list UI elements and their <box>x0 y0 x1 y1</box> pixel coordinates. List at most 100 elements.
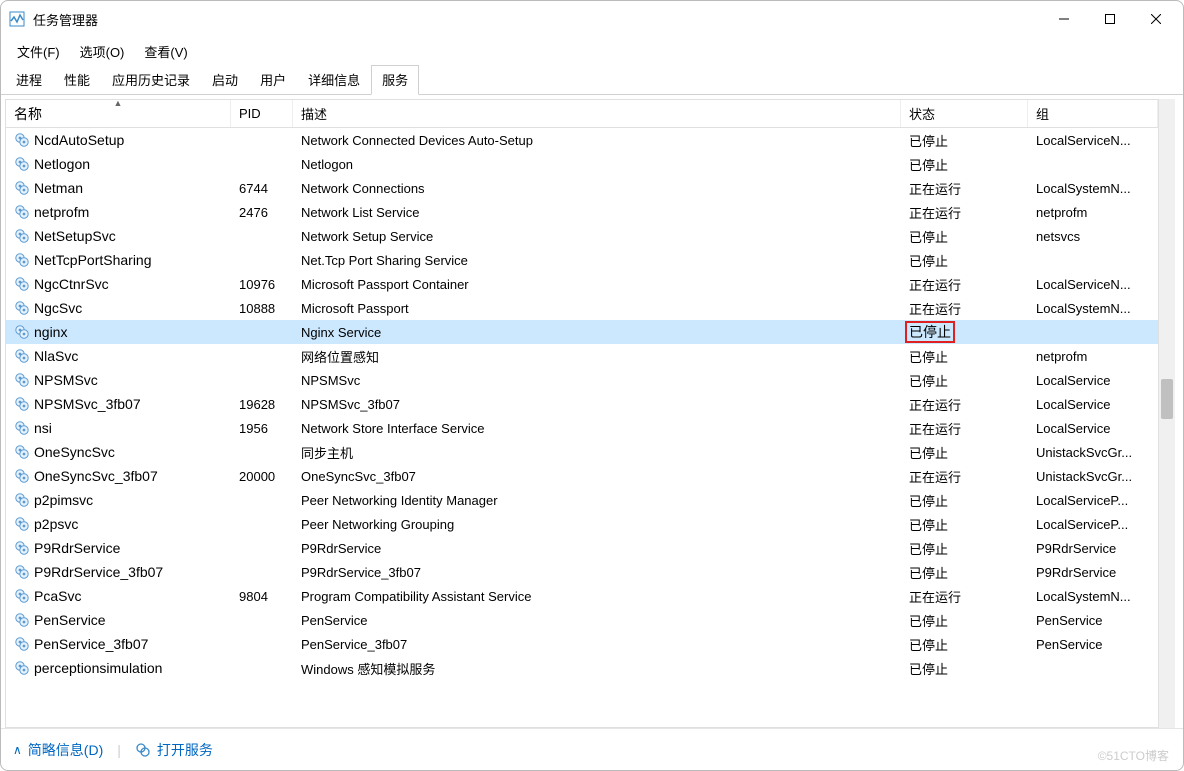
cell-desc: PenService <box>293 608 901 632</box>
cell-pid: 2476 <box>231 200 293 224</box>
table-row[interactable]: NPSMSvc_3fb0719628NPSMSvc_3fb07正在运行Local… <box>6 392 1158 416</box>
table-row[interactable]: nginxNginx Service已停止 <box>6 320 1158 344</box>
separator: | <box>117 742 121 758</box>
footer-bar: ∧简略信息(D) | 打开服务 <box>1 728 1183 770</box>
table-row[interactable]: NgcSvc10888Microsoft Passport正在运行LocalSy… <box>6 296 1158 320</box>
table-body: NcdAutoSetup Network Connected Devices Au… <box>6 128 1158 727</box>
window-title: 任务管理器 <box>33 10 1041 29</box>
menu-item[interactable]: 文件(F) <box>7 40 70 63</box>
tab-启动[interactable]: 启动 <box>201 65 249 94</box>
table-row[interactable]: PcaSvc9804Program Compatibility Assistan… <box>6 584 1158 608</box>
cell-pid <box>231 368 293 392</box>
open-services-link[interactable]: 打开服务 <box>135 740 213 760</box>
cell-pid <box>231 512 293 536</box>
table-row[interactable]: NetTcpPortSharingNet.Tcp Port Sharing Se… <box>6 248 1158 272</box>
cell-pid <box>231 128 293 152</box>
close-button[interactable] <box>1133 3 1179 35</box>
cell-name: NgcCtnrSvc <box>6 272 231 296</box>
cell-group: LocalSystemN... <box>1028 176 1158 200</box>
cell-desc: P9RdrService_3fb07 <box>293 560 901 584</box>
cell-name: p2pimsvc <box>6 488 231 512</box>
table-row[interactable]: PenService_3fb07PenService_3fb07已停止PenSe… <box>6 632 1158 656</box>
table-row[interactable]: NgcCtnrSvc10976Microsoft Passport Contai… <box>6 272 1158 296</box>
cell-desc: Peer Networking Identity Manager <box>293 488 901 512</box>
cell-status: 正在运行 <box>901 296 1028 320</box>
cell-group: UnistackSvcGr... <box>1028 464 1158 488</box>
cell-status: 已停止 <box>901 248 1028 272</box>
cell-desc: Network Setup Service <box>293 224 901 248</box>
cell-name: PcaSvc <box>6 584 231 608</box>
cell-name: PenService_3fb07 <box>6 632 231 656</box>
cell-desc: Nginx Service <box>293 320 901 344</box>
cell-desc: 同步主机 <box>293 440 901 464</box>
cell-desc: Net.Tcp Port Sharing Service <box>293 248 901 272</box>
maximize-button[interactable] <box>1087 3 1133 35</box>
services-table: 名称▲ PID 描述 状态 组 NcdAutoSetup Network Conn… <box>5 99 1159 728</box>
table-row[interactable]: NcdAutoSetup Network Connected Devices Au… <box>6 128 1158 152</box>
cell-name: PenService <box>6 608 231 632</box>
table-row[interactable]: p2pimsvc Peer Networking Identity Manager… <box>6 488 1158 512</box>
minimize-button[interactable] <box>1041 3 1087 35</box>
cell-desc: Windows 感知模拟服务 <box>293 656 901 680</box>
cell-status: 正在运行 <box>901 584 1028 608</box>
cell-group: P9RdrService <box>1028 536 1158 560</box>
cell-desc: NPSMSvc <box>293 368 901 392</box>
table-row[interactable]: NetSetupSvcNetwork Setup Service已停止netsv… <box>6 224 1158 248</box>
cell-group: LocalServiceN... <box>1028 128 1158 152</box>
col-pid[interactable]: PID <box>231 100 293 127</box>
cell-status: 已停止 <box>901 344 1028 368</box>
menu-item[interactable]: 选项(O) <box>70 40 135 63</box>
table-row[interactable]: OneSyncSvc_3fb0720000OneSyncSvc_3fb07正在运… <box>6 464 1158 488</box>
cell-pid: 1956 <box>231 416 293 440</box>
cell-status: 正在运行 <box>901 200 1028 224</box>
cell-pid <box>231 560 293 584</box>
cell-status: 正在运行 <box>901 416 1028 440</box>
tab-应用历史记录[interactable]: 应用历史记录 <box>101 65 201 94</box>
tab-进程[interactable]: 进程 <box>5 65 53 94</box>
table-row[interactable]: PenServicePenService已停止PenService <box>6 608 1158 632</box>
table-row[interactable]: p2psvcPeer Networking Grouping已停止LocalSe… <box>6 512 1158 536</box>
tab-详细信息[interactable]: 详细信息 <box>297 65 371 94</box>
cell-desc: NPSMSvc_3fb07 <box>293 392 901 416</box>
vertical-scrollbar[interactable] <box>1159 99 1175 728</box>
col-status[interactable]: 状态 <box>901 100 1028 127</box>
cell-name: perceptionsimulation <box>6 656 231 680</box>
tab-性能[interactable]: 性能 <box>53 65 101 94</box>
titlebar: 任务管理器 <box>1 1 1183 37</box>
cell-group: LocalServiceP... <box>1028 512 1158 536</box>
col-group[interactable]: 组 <box>1028 100 1158 127</box>
table-row[interactable]: P9RdrService_3fb07P9RdrService_3fb07已停止P… <box>6 560 1158 584</box>
cell-desc: Network Connected Devices Auto-Setup <box>293 128 901 152</box>
app-icon <box>9 11 25 27</box>
table-row[interactable]: nsi1956Network Store Interface Service正在… <box>6 416 1158 440</box>
cell-group <box>1028 656 1158 680</box>
table-row[interactable]: perceptionsimulationWindows 感知模拟服务已停止 <box>6 656 1158 680</box>
cell-name: OneSyncSvc <box>6 440 231 464</box>
table-row[interactable]: P9RdrServiceP9RdrService已停止P9RdrService <box>6 536 1158 560</box>
cell-desc: OneSyncSvc_3fb07 <box>293 464 901 488</box>
brief-info-link[interactable]: ∧简略信息(D) <box>13 740 103 760</box>
cell-pid: 19628 <box>231 392 293 416</box>
table-row[interactable]: netprofm2476Network List Service正在运行netp… <box>6 200 1158 224</box>
table-row[interactable]: NlaSvc网络位置感知已停止netprofm <box>6 344 1158 368</box>
cell-status: 已停止 <box>901 320 1028 344</box>
cell-desc: Peer Networking Grouping <box>293 512 901 536</box>
cell-group: LocalService <box>1028 392 1158 416</box>
cell-group: LocalService <box>1028 416 1158 440</box>
menu-item[interactable]: 查看(V) <box>134 40 197 63</box>
tab-用户[interactable]: 用户 <box>249 65 297 94</box>
table-row[interactable]: Netman6744Network Connections正在运行LocalSy… <box>6 176 1158 200</box>
cell-group <box>1028 248 1158 272</box>
table-row[interactable]: NetlogonNetlogon已停止 <box>6 152 1158 176</box>
col-desc[interactable]: 描述 <box>293 100 901 127</box>
cell-group: PenService <box>1028 632 1158 656</box>
col-name[interactable]: 名称▲ <box>6 100 231 127</box>
scrollbar-thumb[interactable] <box>1161 379 1173 419</box>
cell-name: NcdAutoSetup <box>6 128 231 152</box>
tab-服务[interactable]: 服务 <box>371 65 419 95</box>
cell-name: NlaSvc <box>6 344 231 368</box>
cell-status: 已停止 <box>901 536 1028 560</box>
table-row[interactable]: OneSyncSvc同步主机已停止UnistackSvcGr... <box>6 440 1158 464</box>
table-row[interactable]: NPSMSvcNPSMSvc已停止LocalService <box>6 368 1158 392</box>
cell-status: 已停止 <box>901 608 1028 632</box>
